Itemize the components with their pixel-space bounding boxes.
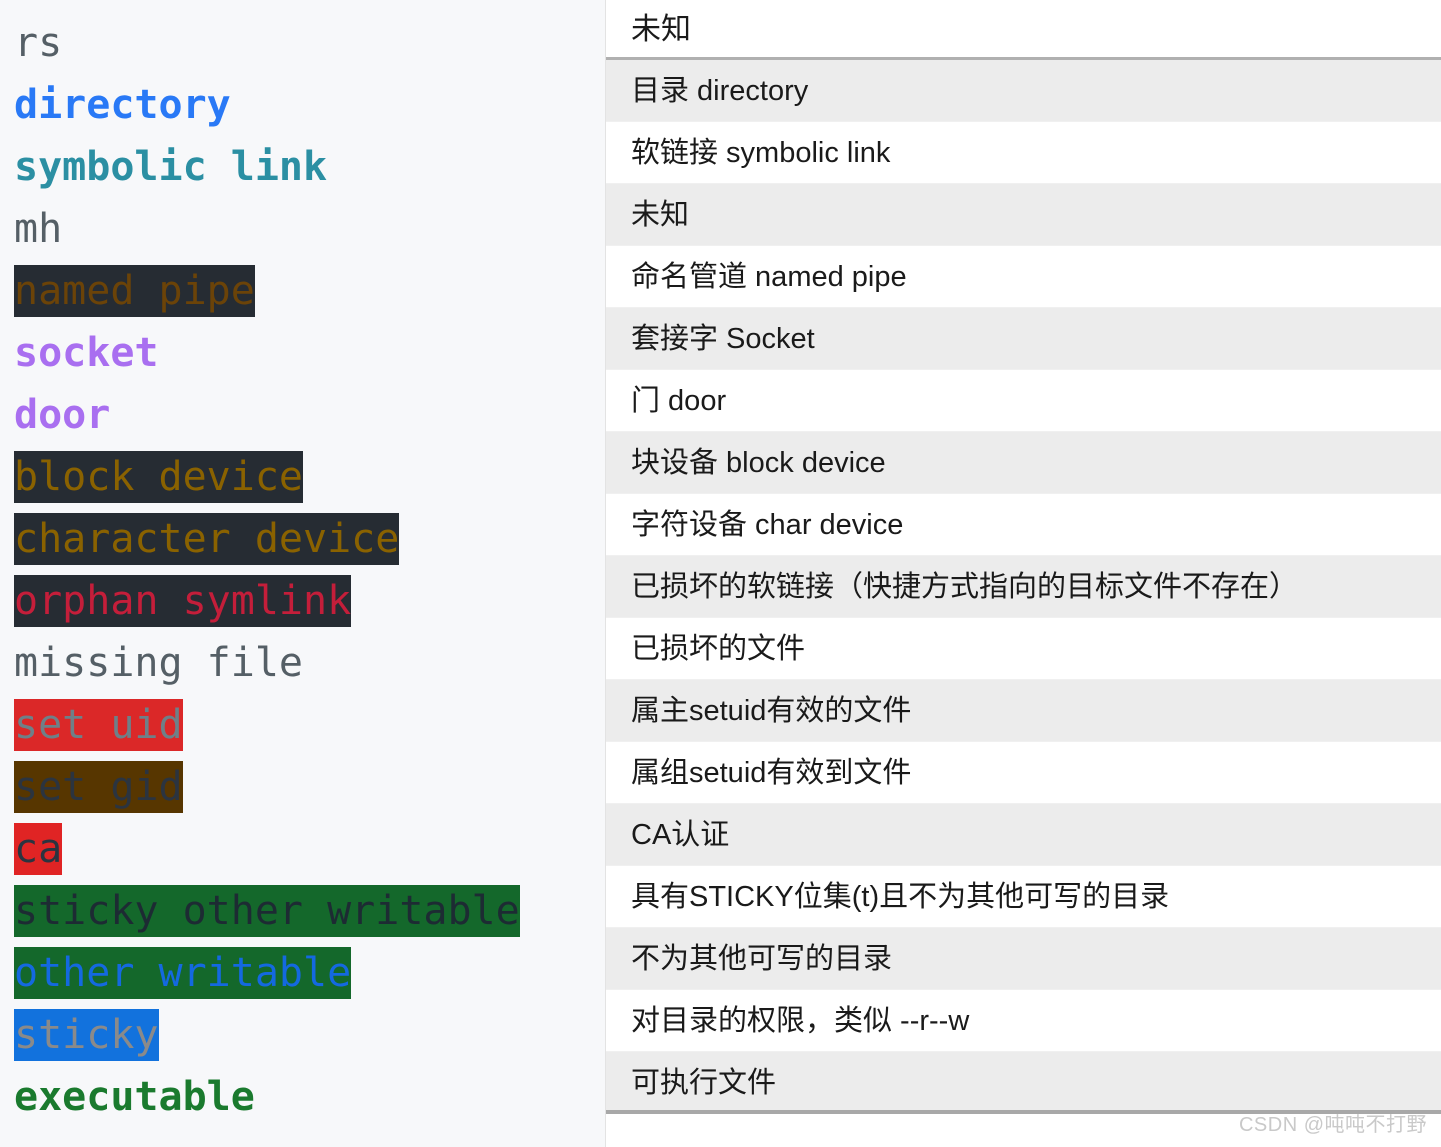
table-body: 目录 directory 软链接 symbolic link 未知 命名管道 name…: [606, 60, 1441, 1114]
terminal-color-legend: rs directory symbolic link mh named pipe sock…: [0, 0, 605, 1147]
terminal-legend-label: socket: [14, 330, 159, 376]
table-row: 可执行文件: [606, 1052, 1441, 1114]
page-root: rs directory symbolic link mh named pipe sock…: [0, 0, 1441, 1147]
terminal-legend-line: named pipe: [0, 260, 605, 322]
terminal-legend-label: executable: [14, 1074, 255, 1120]
table-row: 已损坏的文件: [606, 618, 1441, 680]
terminal-legend-label: set uid: [14, 699, 183, 751]
terminal-legend-line: character device: [0, 508, 605, 570]
terminal-legend-label: mh: [14, 206, 63, 252]
terminal-legend-line: rs: [0, 12, 605, 74]
terminal-legend-line: other writable: [0, 942, 605, 1004]
table-row: 目录 directory: [606, 60, 1441, 122]
table-row: 门 door: [606, 370, 1441, 432]
terminal-legend-line: missing file: [0, 632, 605, 694]
table-row: 已损坏的软链接（快捷方式指向的目标文件不存在）: [606, 556, 1441, 618]
terminal-legend-label: sticky: [14, 1009, 159, 1061]
terminal-legend-line: sticky other writable: [0, 880, 605, 942]
terminal-legend-label: ca: [14, 823, 63, 875]
terminal-legend-line: set gid: [0, 756, 605, 818]
table-row: 属组setuid有效到文件: [606, 742, 1441, 804]
table-row: 未知: [606, 184, 1441, 246]
terminal-legend-label: missing file: [14, 640, 303, 686]
terminal-legend-line: socket: [0, 322, 605, 384]
table-row: 套接字 Socket: [606, 308, 1441, 370]
terminal-legend-line: symbolic link: [0, 136, 605, 198]
terminal-legend-line: door: [0, 384, 605, 446]
terminal-legend-line: set uid: [0, 694, 605, 756]
terminal-legend-line: executable: [0, 1066, 605, 1128]
terminal-legend-label: character device: [14, 513, 400, 565]
terminal-legend-label: set gid: [14, 761, 183, 813]
table-row: 命名管道 named pipe: [606, 246, 1441, 308]
table-row: 不为其他可写的目录: [606, 928, 1441, 990]
terminal-legend-label: block device: [14, 451, 303, 503]
terminal-legend-line: block device: [0, 446, 605, 508]
terminal-legend-label: door: [14, 392, 111, 438]
terminal-legend-label: directory: [14, 82, 231, 128]
terminal-legend-line: orphan symlink: [0, 570, 605, 632]
table-row: CA认证: [606, 804, 1441, 866]
terminal-legend-line: sticky: [0, 1004, 605, 1066]
terminal-legend-label: sticky other writable: [14, 885, 520, 937]
table-row: 对目录的权限，类似 --r--w: [606, 990, 1441, 1052]
terminal-legend-label: orphan symlink: [14, 575, 352, 627]
terminal-legend-label: symbolic link: [14, 144, 328, 190]
table-row: 具有STICKY位集(t)且不为其他可写的目录: [606, 866, 1441, 928]
terminal-legend-label: other writable: [14, 947, 352, 999]
table-row: 块设备 block device: [606, 432, 1441, 494]
terminal-legend-line: ca: [0, 818, 605, 880]
terminal-legend-line: mh: [0, 198, 605, 260]
table-row: 软链接 symbolic link: [606, 122, 1441, 184]
terminal-legend-label: named pipe: [14, 265, 255, 317]
table-header-cell: 未知: [606, 0, 1441, 60]
description-table: 未知 目录 directory 软链接 symbolic link 未知 命名管道 n…: [605, 0, 1441, 1147]
terminal-legend-label: rs: [14, 20, 63, 66]
table-row: 字符设备 char device: [606, 494, 1441, 556]
table-row: 属主setuid有效的文件: [606, 680, 1441, 742]
terminal-legend-line: directory: [0, 74, 605, 136]
